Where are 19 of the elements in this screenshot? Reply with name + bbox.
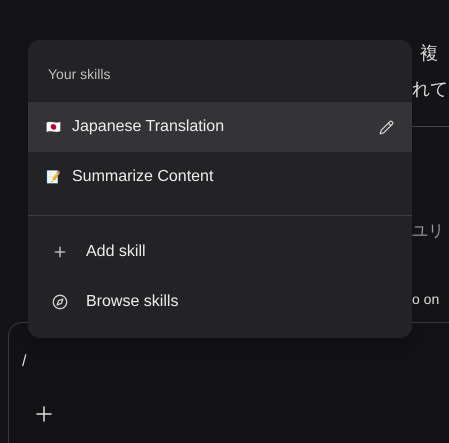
background-text: 複 [420, 42, 438, 65]
skill-item[interactable]: 🇯🇵 Japanese Translation [28, 102, 412, 152]
skill-label: Japanese Translation [72, 117, 226, 137]
background-text: れて [412, 78, 448, 101]
composer-text[interactable]: / [22, 350, 26, 374]
background-text: o on [412, 290, 440, 309]
compass-icon [52, 294, 68, 310]
skill-item[interactable]: 📝 Summarize Content [28, 152, 412, 202]
menu-action[interactable]: Add skill [28, 227, 412, 277]
menu-action[interactable]: Browse skills [28, 277, 412, 327]
action-label: Add skill [86, 242, 146, 262]
skill-emoji: 📝 [46, 169, 60, 186]
skill-emoji: 🇯🇵 [46, 119, 60, 136]
edit-icon[interactable] [379, 120, 394, 134]
plus-icon [52, 244, 68, 260]
menu-heading: Your skills [47, 65, 112, 84]
background-text: ユリ [412, 222, 444, 242]
action-label: Browse skills [86, 292, 178, 312]
skill-label: Summarize Content [72, 167, 214, 187]
